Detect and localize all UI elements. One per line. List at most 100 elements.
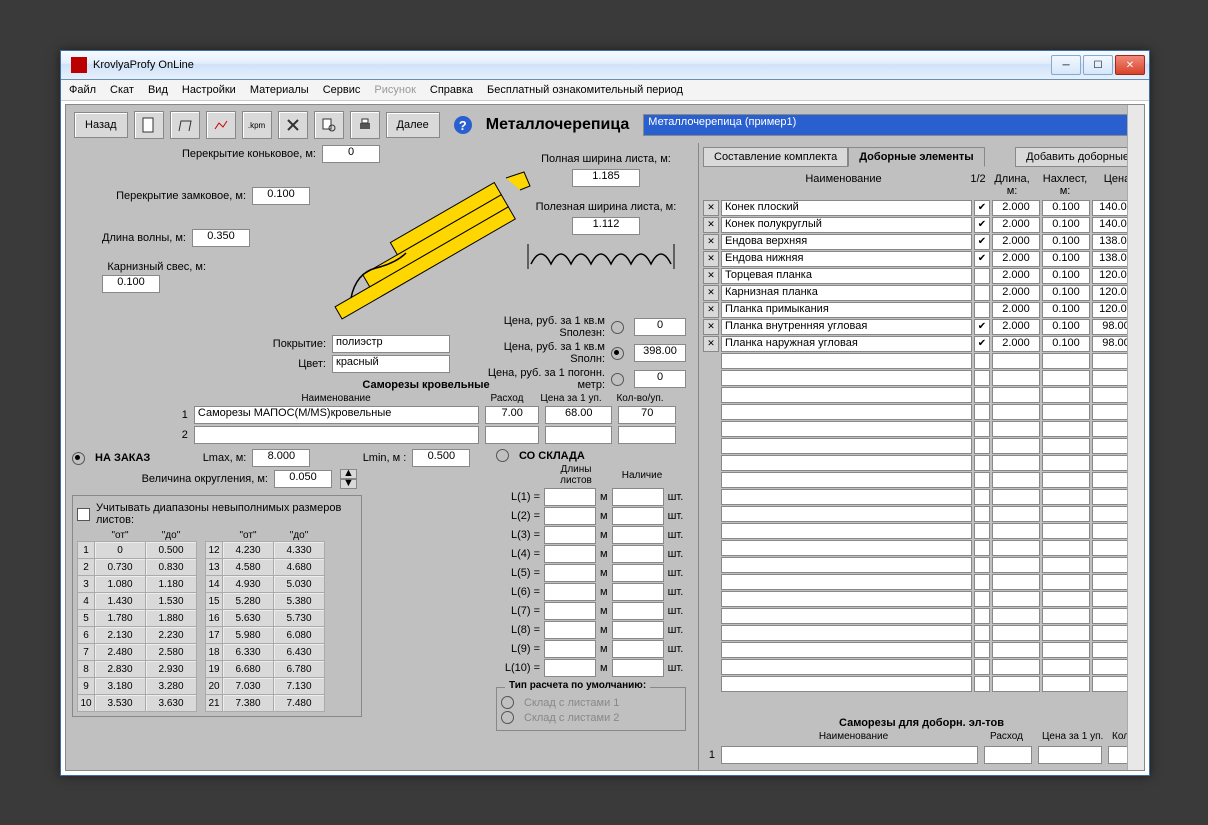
addon-len[interactable] <box>992 557 1040 573</box>
addon-name[interactable]: Ендова верхняя <box>721 234 972 250</box>
addon-half-checkbox[interactable] <box>974 676 990 692</box>
addon-len[interactable]: 2.000 <box>992 268 1040 284</box>
addon-screw-price[interactable] <box>1038 746 1102 764</box>
addon-half-checkbox[interactable] <box>974 438 990 454</box>
addon-name[interactable] <box>721 489 972 505</box>
calctype-opt2-radio[interactable] <box>501 711 514 724</box>
range-to[interactable]: 2.930 <box>146 661 197 678</box>
addon-name[interactable]: Планка примыкания <box>721 302 972 318</box>
addon-overlap[interactable] <box>1042 438 1090 454</box>
addon-name[interactable] <box>721 574 972 590</box>
addon-len[interactable] <box>992 438 1040 454</box>
addon-len[interactable]: 2.000 <box>992 319 1040 335</box>
stock-len[interactable] <box>544 602 596 620</box>
addon-half-checkbox[interactable]: ✔ <box>974 251 990 267</box>
addon-name[interactable] <box>721 608 972 624</box>
addon-name[interactable] <box>721 540 972 556</box>
stock-qty[interactable] <box>612 602 664 620</box>
addon-half-checkbox[interactable] <box>974 421 990 437</box>
stock-qty[interactable] <box>612 621 664 639</box>
range-to[interactable]: 1.180 <box>146 576 197 593</box>
addon-overlap[interactable]: 0.100 <box>1042 302 1090 318</box>
range-to[interactable]: 6.080 <box>274 627 325 644</box>
addon-overlap[interactable] <box>1042 489 1090 505</box>
addon-half-checkbox[interactable] <box>974 353 990 369</box>
addon-overlap[interactable] <box>1042 370 1090 386</box>
tab-kit[interactable]: Составление комплекта <box>703 147 848 167</box>
stock-qty[interactable] <box>612 488 664 506</box>
stock-qty[interactable] <box>612 526 664 544</box>
range-from[interactable]: 6.680 <box>223 661 274 678</box>
price-full-radio[interactable] <box>611 347 624 360</box>
full-width-input[interactable]: 1.185 <box>572 169 640 187</box>
menu-trial[interactable]: Бесплатный ознакомительный период <box>487 84 683 96</box>
range-from[interactable]: 4.580 <box>223 559 274 576</box>
lock-overlap-input[interactable]: 0.100 <box>252 187 310 205</box>
range-to[interactable]: 1.880 <box>146 610 197 627</box>
addon-overlap[interactable]: 0.100 <box>1042 251 1090 267</box>
range-from[interactable]: 5.980 <box>223 627 274 644</box>
addon-overlap[interactable] <box>1042 591 1090 607</box>
addon-overlap[interactable]: 0.100 <box>1042 319 1090 335</box>
addon-len[interactable]: 2.000 <box>992 234 1040 250</box>
stock-qty[interactable] <box>612 564 664 582</box>
addon-len[interactable]: 2.000 <box>992 217 1040 233</box>
addon-half-checkbox[interactable]: ✔ <box>974 336 990 352</box>
print-icon[interactable] <box>350 111 380 139</box>
stock-len[interactable] <box>544 621 596 639</box>
addon-len[interactable] <box>992 540 1040 556</box>
screw-rate[interactable]: 7.00 <box>485 406 539 424</box>
addon-overlap[interactable]: 0.100 <box>1042 336 1090 352</box>
range-from[interactable]: 1.080 <box>95 576 146 593</box>
price-useful-radio[interactable] <box>611 321 624 334</box>
range-to[interactable]: 7.480 <box>274 695 325 712</box>
stock-len[interactable] <box>544 526 596 544</box>
addon-name[interactable] <box>721 642 972 658</box>
addon-len[interactable]: 2.000 <box>992 336 1040 352</box>
addon-half-checkbox[interactable] <box>974 523 990 539</box>
addon-name[interactable] <box>721 472 972 488</box>
next-button[interactable]: Далее <box>386 112 440 138</box>
addon-len[interactable] <box>992 625 1040 641</box>
addon-len[interactable] <box>992 404 1040 420</box>
stock-len[interactable] <box>544 507 596 525</box>
stock-len[interactable] <box>544 488 596 506</box>
preview-icon[interactable] <box>314 111 344 139</box>
addon-half-checkbox[interactable] <box>974 557 990 573</box>
remove-addon-icon[interactable]: ✕ <box>703 302 719 318</box>
remove-addon-icon[interactable]: ✕ <box>703 268 719 284</box>
menu-service[interactable]: Сервис <box>323 84 361 96</box>
addon-name[interactable] <box>721 591 972 607</box>
addon-half-checkbox[interactable] <box>974 268 990 284</box>
kpm-icon[interactable]: .kpm <box>242 111 272 139</box>
addon-len[interactable] <box>992 676 1040 692</box>
addon-name[interactable]: Планка внутренняя угловая <box>721 319 972 335</box>
addon-name[interactable] <box>721 659 972 675</box>
stock-qty[interactable] <box>612 640 664 658</box>
remove-addon-icon[interactable]: ✕ <box>703 200 719 216</box>
stock-len[interactable] <box>544 640 596 658</box>
addon-half-checkbox[interactable] <box>974 659 990 675</box>
range-to[interactable]: 4.330 <box>274 542 325 559</box>
addon-name[interactable] <box>721 625 972 641</box>
stock-len[interactable] <box>544 583 596 601</box>
lmin-input[interactable]: 0.500 <box>412 449 470 467</box>
addon-overlap[interactable]: 0.100 <box>1042 285 1090 301</box>
calctype-opt1-radio[interactable] <box>501 696 514 709</box>
addon-name[interactable]: Планка наружная угловая <box>721 336 972 352</box>
addon-len[interactable] <box>992 642 1040 658</box>
range-from[interactable]: 1.430 <box>95 593 146 610</box>
addon-overlap[interactable] <box>1042 676 1090 692</box>
addon-overlap[interactable]: 0.100 <box>1042 234 1090 250</box>
addon-name[interactable] <box>721 353 972 369</box>
remove-addon-icon[interactable]: ✕ <box>703 234 719 250</box>
addon-len[interactable]: 2.000 <box>992 302 1040 318</box>
tab-addons[interactable]: Доборные элементы <box>848 147 984 167</box>
addon-overlap[interactable] <box>1042 506 1090 522</box>
range-to[interactable]: 0.500 <box>146 542 197 559</box>
addon-len[interactable] <box>992 506 1040 522</box>
useful-width-input[interactable]: 1.112 <box>572 217 640 235</box>
wave-length-input[interactable]: 0.350 <box>192 229 250 247</box>
addon-half-checkbox[interactable] <box>974 591 990 607</box>
addon-overlap[interactable] <box>1042 472 1090 488</box>
